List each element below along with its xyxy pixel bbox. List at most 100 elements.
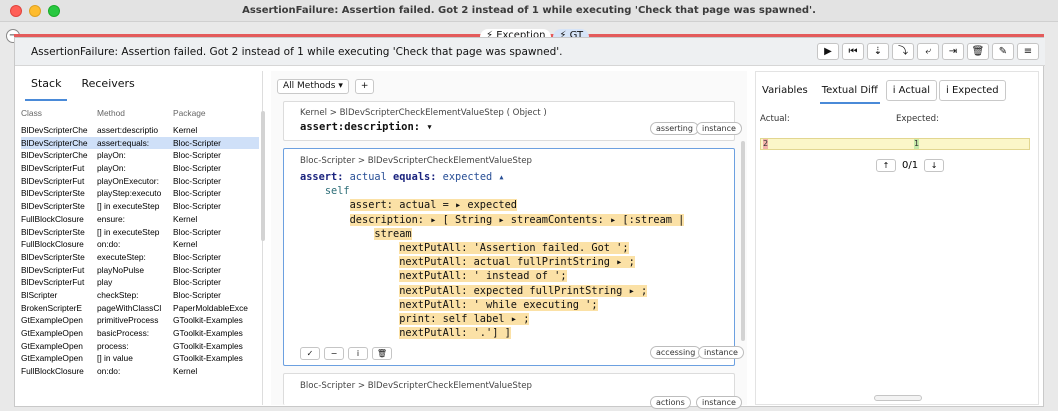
tab-actual[interactable]: i Actual	[885, 80, 938, 101]
stack-cell-method: executeStep:	[97, 251, 146, 262]
methods-scrollbar[interactable]	[741, 141, 745, 341]
resume-button[interactable]: ▶	[817, 43, 839, 60]
stack-row[interactable]: GtExampleOpen [] in value GToolkit-Example…	[21, 352, 259, 365]
method-breadcrumb[interactable]: Bloc-Scripter > BlDevScripterCheckElemen…	[300, 156, 532, 166]
tab-expected[interactable]: i Expected	[939, 80, 1006, 101]
stack-row[interactable]: BlDevScripterFut playNoPulse Bloc-Scripter	[21, 264, 259, 277]
trash-icon[interactable]: 🗑	[967, 43, 989, 60]
method-card-assert-equals[interactable]: Bloc-Scripter > BlDevScripterCheckElemen…	[283, 148, 744, 366]
delete-button[interactable]: 🗑	[372, 347, 392, 360]
stack-cell-method: primitiveProcess	[97, 315, 159, 326]
stack-cell-class: BrokenScripterE	[21, 302, 82, 313]
stack-cell-class: BlDevScripterChe	[21, 125, 88, 135]
stack-row[interactable]: BlDevScripterFut playOnExecutor: Bloc-Scri…	[21, 175, 259, 188]
code-token: nextPutAll: ' instead of ';	[399, 270, 567, 283]
code-line[interactable]: assert: actual = ▸ expected	[300, 198, 730, 212]
minimize-window-button[interactable]	[29, 5, 41, 17]
code-line[interactable]: stream	[300, 227, 730, 241]
method-card-next[interactable]: Bloc-Scripter > BlDevScripterCheckElemen…	[283, 373, 742, 409]
stack-row[interactable]: BlDevScripterFut play Bloc-Scripter	[21, 276, 259, 289]
close-window-button[interactable]	[10, 5, 22, 17]
tab-textual-diff[interactable]: Textual Diff	[816, 81, 884, 104]
column-package[interactable]: Package	[173, 107, 257, 120]
side-tag[interactable]: instance	[696, 396, 742, 409]
stack-row[interactable]: BlScripter checkStep: Bloc-Scripter	[21, 289, 259, 302]
protocol-tag[interactable]: asserting	[650, 122, 699, 135]
method-breadcrumb[interactable]: Kernel > BlDevScripterCheckElementValueS…	[300, 108, 547, 118]
menu-icon[interactable]: ≡	[1017, 43, 1039, 60]
stack-row[interactable]: BrokenScripterE pageWithClassCl PaperMolda…	[21, 302, 259, 315]
run-to-button[interactable]: ⇥	[942, 43, 964, 60]
stack-row[interactable]: BlDevScripterSte playStep:executo Bloc-Scr…	[21, 187, 259, 200]
code-line[interactable]: nextPutAll: 'Assertion failed. Got ';	[300, 241, 730, 255]
stack-cell-method: ensure:	[97, 213, 125, 224]
stack-row[interactable]: GtExampleOpen primitiveProcess GToolkit-Ex…	[21, 314, 259, 327]
step-into-button[interactable]: ⇣	[867, 43, 889, 60]
restart-button[interactable]: ⏮	[842, 43, 864, 60]
stack-row[interactable]: BlDevScripterChe assert:equals: Bloc-Scrip…	[21, 136, 259, 150]
stack-cell-class: FullBlockClosure	[21, 239, 84, 250]
code-editor[interactable]: assert: actual equals: expected ▴ self a…	[300, 170, 730, 340]
stack-row[interactable]: FullBlockClosure on:do: Kernel	[21, 238, 259, 251]
code-line[interactable]: assert: actual equals: expected ▴	[300, 170, 730, 184]
stack-cell-method: pageWithClassCl	[97, 302, 162, 313]
step-over-button[interactable]: ⤵	[892, 43, 914, 60]
stack-cell-method: play	[97, 277, 113, 288]
add-method-button[interactable]: +	[354, 79, 375, 94]
code-line[interactable]: description: ▸ [ String ▸ streamContents…	[300, 213, 730, 227]
method-selector[interactable]: assert:description: ▾	[300, 121, 433, 133]
method-breadcrumb[interactable]: Bloc-Scripter > BlDevScripterCheckElemen…	[300, 381, 532, 391]
code-line[interactable]: nextPutAll: '.'] ]	[300, 326, 730, 340]
stack-row[interactable]: BlDevScripterSte [] in executeStep Bloc-Sc…	[21, 226, 259, 239]
protocol-tag[interactable]: actions	[650, 396, 691, 409]
stack-cell-method: assert:descriptio	[97, 125, 158, 135]
diff-scrollbar[interactable]	[874, 395, 922, 401]
method-card-assert-description[interactable]: Kernel > BlDevScripterCheckElementValueS…	[283, 101, 742, 141]
stack-cell-class: BlDevScripterFut	[21, 163, 85, 174]
stack-cell-package: Bloc-Scripter	[173, 188, 221, 199]
stack-row[interactable]: FullBlockClosure ensure: Kernel	[21, 213, 259, 226]
stack-row[interactable]: BlDevScripterFut playOn: Bloc-Scripter	[21, 162, 259, 175]
code-line[interactable]: nextPutAll: ' instead of ';	[300, 269, 730, 283]
stack-row[interactable]: GtExampleOpen basicProcess: GToolkit-Examp…	[21, 327, 259, 340]
stack-cell-package: Kernel	[173, 239, 198, 250]
stack-cell-method: playNoPulse	[97, 264, 145, 275]
stack-cell-package: Kernel	[173, 366, 198, 377]
stack-row[interactable]: FullBlockClosure on:do: Kernel	[21, 365, 259, 378]
code-line[interactable]: self	[300, 184, 730, 198]
next-change-button[interactable]: ↓	[924, 159, 945, 172]
code-line[interactable]: nextPutAll: expected fullPrintString ▸ ;	[300, 284, 730, 298]
code-line[interactable]: nextPutAll: actual fullPrintString ▸ ;	[300, 255, 730, 269]
all-methods-dropdown[interactable]: All Methods ▾	[277, 79, 349, 94]
stack-cell-class: BlDevScripterSte	[21, 226, 85, 237]
previous-change-button[interactable]: ↑	[876, 159, 896, 172]
stack-cell-package: Kernel	[173, 213, 198, 224]
tab-stack[interactable]: Stack	[21, 71, 71, 101]
diff-counter: 0/1	[902, 160, 919, 171]
stack-row[interactable]: GtExampleOpen process: GToolkit-Examples	[21, 340, 259, 353]
code-line[interactable]: nextPutAll: ' while executing ';	[300, 298, 730, 312]
column-method[interactable]: Method	[97, 107, 173, 120]
info-button[interactable]: i	[348, 347, 368, 360]
stack-cell-class: FullBlockClosure	[21, 213, 84, 224]
pencil-icon[interactable]: ✎	[992, 43, 1014, 60]
column-class[interactable]: Class	[21, 107, 97, 120]
tab-variables[interactable]: Variables	[756, 81, 814, 100]
side-tag[interactable]: instance	[696, 122, 742, 135]
stack-scrollbar[interactable]	[261, 111, 265, 241]
maximize-window-button[interactable]	[48, 5, 60, 17]
step-through-button[interactable]: ⤶	[917, 43, 939, 60]
stack-row[interactable]: BlDevScripterSte executeStep: Bloc-Scripte…	[21, 251, 259, 264]
tab-receivers[interactable]: Receivers	[71, 71, 144, 97]
stack-row[interactable]: BlDevScripterSte [] in executeStep Bloc-Sc…	[21, 200, 259, 213]
stack-cell-class: GtExampleOpen	[21, 353, 83, 364]
cancel-button[interactable]: −	[324, 347, 344, 360]
stack-row[interactable]: BlDevScripterChe playOn: Bloc-Scripter	[21, 149, 259, 162]
accept-button[interactable]: ✓	[300, 347, 320, 360]
protocol-tag[interactable]: accessing	[650, 346, 702, 359]
side-tag[interactable]: instance	[698, 346, 744, 359]
stack-row[interactable]: BlDevScripterChe assert:descriptio Kernel	[21, 124, 259, 137]
code-line[interactable]: print: self label ▸ ;	[300, 312, 730, 326]
